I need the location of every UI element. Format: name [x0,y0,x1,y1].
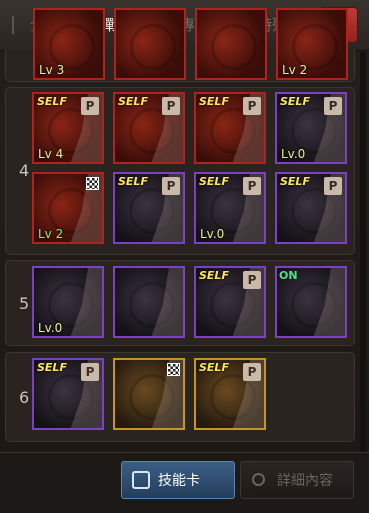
skill-slot[interactable]: SELF P Lv.0 [275,92,347,164]
passive-badge: P [324,97,342,115]
self-tag: SELF [118,95,148,108]
skill-slot[interactable]: SELF P [275,172,347,244]
skill-slot[interactable]: SELF P Lv 4 [32,92,104,164]
skill-slot[interactable]: Lv.0 [32,266,104,338]
skill-card-button[interactable]: 技能卡 [121,461,235,499]
skill-slot[interactable]: SELF P [194,266,266,338]
self-tag: SELF [37,361,67,374]
passive-badge: P [243,363,261,381]
skill-slot[interactable]: Lv 3 [33,8,105,80]
passive-badge: P [81,97,99,115]
row-number: 6 [19,388,30,407]
tab-separator [12,16,14,34]
details-label: 詳細內容 [277,473,333,489]
self-tag: SELF [37,95,67,108]
skill-slot[interactable]: SELF P [113,92,185,164]
passive-badge: P [162,177,180,195]
skill-slot[interactable] [113,266,185,338]
bottom-bar: 技能卡 詳細內容 [0,452,369,513]
row-number: 5 [19,294,30,313]
skill-slot[interactable] [114,8,186,80]
skill-panel: 全部 戰術 專用 特殊 ✕ Lv 3 Lv 2 4 5 6 SELFPLv 4S… [0,0,369,513]
skill-card-label: 技能卡 [158,473,200,489]
skill-slot[interactable]: SELF P [32,358,104,430]
skill-slot[interactable]: Lv 2 [276,8,348,80]
self-tag: SELF [118,175,148,188]
passive-badge: P [243,177,261,195]
skill-slot[interactable]: SELF P [194,358,266,430]
scrollbar[interactable] [360,52,366,452]
skill-slot[interactable]: SELF P [113,172,185,244]
skill-level: Lv 2 [282,63,308,77]
skill-level: Lv 2 [38,227,64,241]
skill-slot[interactable] [113,358,185,430]
skill-level: Lv 3 [39,63,65,77]
skill-emblem [211,24,257,70]
self-tag: SELF [199,175,229,188]
skill-level: Lv 4 [38,147,64,161]
skill-level: Lv.0 [200,227,225,241]
passive-badge: P [162,97,180,115]
passive-badge: P [243,97,261,115]
skill-emblem [130,24,176,70]
checker-icon [167,363,180,376]
self-tag: SELF [199,95,229,108]
passive-badge: P [243,271,261,289]
skill-level: Lv.0 [281,147,306,161]
self-tag: SELF [199,269,229,282]
skill-slot[interactable] [195,8,267,80]
self-tag: SELF [280,95,310,108]
self-tag: SELF [280,175,310,188]
passive-badge: P [81,363,99,381]
skill-slot[interactable]: SELF P Lv.0 [194,172,266,244]
skill-row-partial: Lv 3 Lv 2 [5,8,355,82]
row-number: 4 [19,161,30,180]
details-button[interactable]: 詳細內容 [240,461,354,499]
self-tag: SELF [199,361,229,374]
search-icon [252,473,265,486]
skill-level: Lv.0 [38,321,63,335]
skill-slot[interactable]: Lv 2 [32,172,104,244]
checker-icon [86,177,99,190]
skill-slot[interactable]: ON [275,266,347,338]
passive-badge: P [324,177,342,195]
on-indicator: ON [279,269,298,282]
card-icon [132,471,150,489]
skill-slot[interactable]: SELF P [194,92,266,164]
